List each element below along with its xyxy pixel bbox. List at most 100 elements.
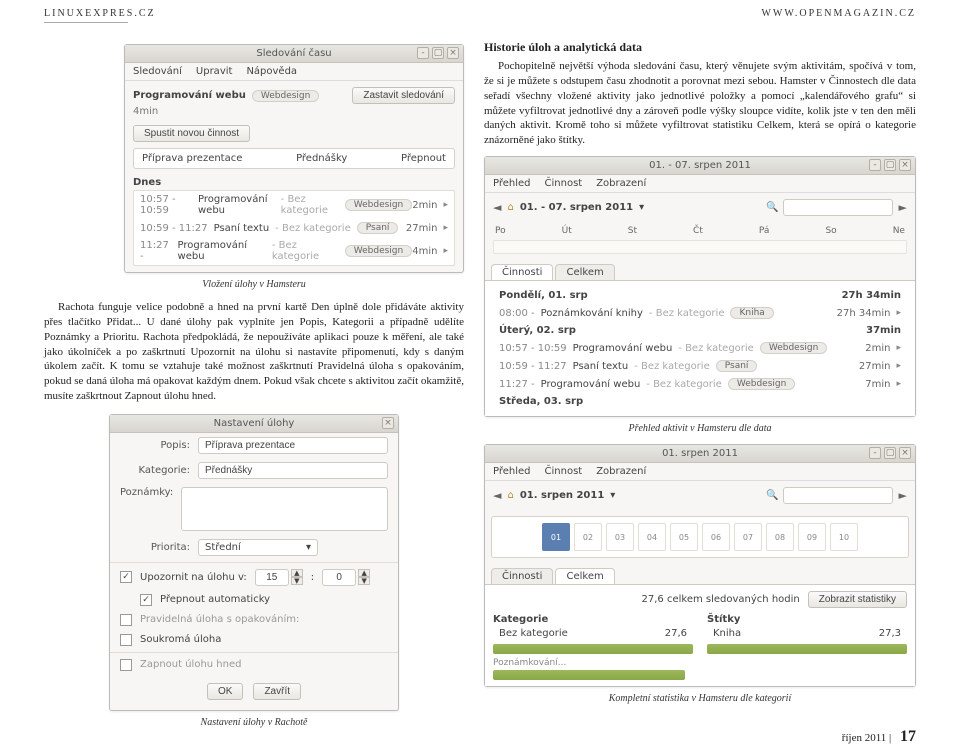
tab[interactable]: Zobrazení [596, 466, 646, 477]
prev-icon[interactable]: ◄ [493, 201, 501, 214]
menu-item[interactable]: Upravit [196, 66, 233, 77]
spin-up-icon[interactable]: ▲ [358, 569, 370, 577]
bar [493, 644, 693, 654]
window-title: Sledování času [256, 48, 331, 59]
tab-activities[interactable]: Činnosti [491, 568, 553, 584]
cal-day[interactable]: 01 [542, 523, 570, 551]
tag: Webdesign [252, 90, 319, 102]
spin-down-icon[interactable]: ▼ [291, 577, 303, 585]
kategorie-input[interactable] [198, 462, 388, 479]
chk-soukroma[interactable] [120, 634, 132, 646]
home-icon[interactable]: ⌂ [507, 202, 513, 213]
current-activity: Programování webu [133, 90, 246, 101]
day-group: Úterý, 02. srp37min [493, 322, 907, 339]
min-icon[interactable]: - [869, 159, 881, 171]
activity-row[interactable]: 08:00 - Poznámkování knihy - Bez kategor… [493, 304, 907, 322]
tab[interactable]: Přehled [493, 466, 531, 477]
cal-day[interactable]: 02 [574, 523, 602, 551]
chevron-down-icon[interactable]: ▾ [639, 202, 644, 213]
switch-label[interactable]: Přepnout [401, 153, 446, 164]
next-icon[interactable]: ► [899, 489, 907, 502]
spin-up-icon[interactable]: ▲ [291, 569, 303, 577]
hamster-tracking-window: Sledování času -▢× Sledování Upravit Náp… [124, 44, 464, 273]
home-icon[interactable]: ⌂ [507, 490, 513, 501]
cal-day[interactable]: 09 [798, 523, 826, 551]
cal-day[interactable]: 03 [606, 523, 634, 551]
activity-row[interactable]: 10:59 - 11:27 Psaní textu - Bez kategori… [134, 219, 454, 237]
menu-item[interactable]: Sledování [133, 66, 182, 77]
poznamky-textarea[interactable] [181, 487, 388, 531]
popis-input[interactable] [198, 437, 388, 454]
next-icon[interactable]: ► [899, 201, 907, 214]
chk-upozornit[interactable] [120, 571, 132, 583]
play-icon[interactable]: ▸ [896, 308, 901, 318]
play-icon[interactable]: ▸ [443, 200, 448, 210]
search-input[interactable] [783, 487, 893, 504]
max-icon[interactable]: ▢ [432, 47, 444, 59]
cal-day[interactable]: 05 [670, 523, 698, 551]
label-priorita: Priorita: [120, 542, 190, 553]
calendar-strip[interactable]: 01020304050607080910 [491, 516, 909, 558]
tab[interactable]: Činnost [545, 178, 583, 189]
activity-row[interactable]: 10:59 - 11:27 Psaní textu - Bez kategori… [493, 357, 907, 375]
cal-day[interactable]: 08 [766, 523, 794, 551]
tab[interactable]: Přehled [493, 178, 531, 189]
start-new-button[interactable]: Spustit novou činnost [133, 125, 250, 142]
close-icon[interactable]: × [382, 417, 394, 429]
tab-activities[interactable]: Činnosti [491, 264, 553, 280]
header-left: LINUXEXPRES.CZ [44, 8, 156, 19]
search-input[interactable] [783, 199, 893, 216]
date-range[interactable]: 01. srpen 2011 [520, 490, 604, 501]
cancel-button[interactable]: Zavřít [253, 683, 301, 700]
activity-row[interactable]: 10:57 - 10:59 Programování webu - Bez ka… [134, 191, 454, 219]
category-heading: Kategorie [493, 614, 693, 625]
close-icon[interactable]: × [899, 447, 911, 459]
stop-tracking-button[interactable]: Zastavit sledování [352, 87, 455, 104]
prev-icon[interactable]: ◄ [493, 489, 501, 502]
cal-day[interactable]: 04 [638, 523, 666, 551]
chk-label: Pravidelná úloha s opakováním: [140, 614, 299, 625]
caption: Přehled aktivit v Hamsteru dle data [484, 423, 916, 434]
tab-total[interactable]: Celkem [555, 568, 614, 584]
activity-row[interactable]: 10:57 - 10:59 Programování webu - Bez ka… [493, 339, 907, 357]
tab-total[interactable]: Celkem [555, 264, 614, 280]
play-icon[interactable]: ▸ [896, 361, 901, 371]
max-icon[interactable]: ▢ [884, 447, 896, 459]
caption: Kompletní statistika v Hamsteru dle kate… [484, 693, 916, 704]
hour-input[interactable] [255, 569, 289, 586]
cal-day[interactable]: 06 [702, 523, 730, 551]
tab[interactable]: Zobrazení [596, 178, 646, 189]
close-icon[interactable]: × [899, 159, 911, 171]
chk-prepnout[interactable] [140, 594, 152, 606]
spin-down-icon[interactable]: ▼ [358, 577, 370, 585]
ok-button[interactable]: OK [207, 683, 243, 700]
menubar: Sledování Upravit Nápověda [125, 63, 463, 81]
date-range[interactable]: 01. - 07. srpen 2011 [520, 202, 633, 213]
close-icon[interactable]: × [447, 47, 459, 59]
window-title: 01. - 07. srpen 2011 [649, 160, 751, 171]
tags-heading: Štítky [707, 614, 907, 625]
min-icon[interactable]: - [869, 447, 881, 459]
chk-zapnout[interactable] [120, 659, 132, 671]
minute-input[interactable] [322, 569, 356, 586]
play-icon[interactable]: ▸ [443, 246, 448, 256]
cal-day[interactable]: 10 [830, 523, 858, 551]
play-icon[interactable]: ▸ [443, 223, 448, 233]
label-popis: Popis: [120, 440, 190, 451]
bar [707, 644, 907, 654]
chevron-down-icon[interactable]: ▾ [610, 490, 615, 501]
play-icon[interactable]: ▸ [896, 343, 901, 353]
cal-day[interactable]: 07 [734, 523, 762, 551]
show-stats-button[interactable]: Zobrazit statistiky [808, 591, 907, 608]
chk-pravidelna[interactable] [120, 614, 132, 626]
priorita-select[interactable]: Střední▾ [198, 539, 318, 556]
min-icon[interactable]: - [417, 47, 429, 59]
max-icon[interactable]: ▢ [884, 159, 896, 171]
play-icon[interactable]: ▸ [896, 379, 901, 389]
menu-item[interactable]: Nápověda [246, 66, 297, 77]
activity-row[interactable]: 11:27 - Programování webu - Bez kategori… [493, 375, 907, 393]
activity-row[interactable]: 11:27 - Programování webu - Bez kategori… [134, 237, 454, 265]
tab[interactable]: Činnost [545, 466, 583, 477]
window-title: 01. srpen 2011 [662, 448, 738, 459]
article-heading: Historie úloh a analytická data [484, 40, 916, 55]
